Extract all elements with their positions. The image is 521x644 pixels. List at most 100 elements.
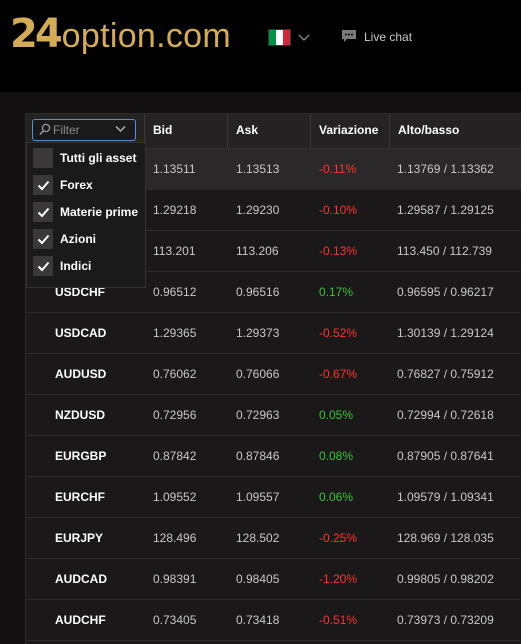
table-row[interactable]: NZDUSD 0.72956 0.72963 0.05% 0.72994 / 0.726… [26,395,521,436]
asset-cell: NZDUSD [55,408,105,422]
column-header-variazione[interactable]: Variazione [310,114,389,149]
bid-cell: 1.29218 [153,203,197,217]
asset-cell: EURJPY [55,531,104,545]
ask-cell: 1.13513 [236,162,280,176]
high-low-cell: 1.13769 / 1.13362 [397,162,494,176]
filter-option-label: Azioni [60,232,96,246]
high-low-cell: 0.99805 / 0.98202 [397,572,494,586]
asset-cell: AUDCAD [55,572,107,586]
ask-cell: 1.29230 [236,203,280,217]
ask-cell: 0.76066 [236,367,280,381]
high-low-cell: 0.73973 / 0.73209 [397,613,494,627]
ask-cell: 113.206 [236,244,279,258]
bid-cell: 1.09552 [153,490,197,504]
table-row[interactable]: EURJPY 128.496 128.502 -0.25% 128.969 / 128.… [26,518,521,559]
top-bar: 24option.com Live chat [0,0,521,92]
asset-cell: AUDUSD [55,367,107,381]
asset-filter-select[interactable]: Filter [32,119,136,141]
change-cell: -1.20% [319,572,358,586]
filter-option-label: Forex [60,178,93,192]
table-row[interactable]: AUDCAD 0.98391 0.98405 -1.20% 0.99805 / 0.98… [26,559,521,600]
table-row[interactable]: USDCAD 1.29365 1.29373 -0.52% 1.30139 / 1.29… [26,313,521,354]
change-cell: -0.10% [319,203,358,217]
filter-option-all-assets[interactable]: Tutti gli asset [33,148,136,168]
bid-cell: 0.73405 [153,613,197,627]
bid-cell: 128.496 [153,531,197,545]
filter-option-azioni[interactable]: Azioni [33,229,96,249]
live-chat-label: Live chat [364,29,413,44]
filter-option-label: Materie prime [60,205,139,219]
check-icon[interactable] [33,256,53,276]
table-row[interactable]: EURGBP 0.87842 0.87846 0.08% 0.87905 / 0.876… [26,436,521,477]
change-cell: -0.13% [319,244,358,258]
checkbox-unchecked[interactable] [33,148,53,168]
bid-cell: 1.13511 [153,162,196,176]
chat-bubble-icon [341,29,357,44]
asset-cell: USDCAD [55,326,107,340]
filter-option-indici[interactable]: Indici [33,256,91,276]
asset-filter-dropdown: Tutti gli asset Forex Materie prime Azio… [26,142,146,288]
change-cell: -0.67% [319,367,358,381]
brand-logo[interactable]: 24option.com [10,12,231,56]
logo-number: 24 [10,11,63,57]
change-cell: -0.25% [319,531,358,545]
ask-cell: 1.29373 [236,326,280,340]
ask-cell: 0.87846 [236,449,280,463]
column-header-alto-basso[interactable]: Alto/basso [389,114,521,149]
table-row[interactable]: EURCHF 1.09552 1.09557 0.06% 1.09579 / 1.093… [26,477,521,518]
asset-cell: EURCHF [55,490,105,504]
change-cell: 0.05% [319,408,354,422]
change-cell: 0.08% [319,449,354,463]
high-low-cell: 0.87905 / 0.87641 [397,449,494,463]
change-cell: 0.17% [319,285,354,299]
filter-option-label: Tutti gli asset [60,151,137,165]
filter-option-materie-prime[interactable]: Materie prime [33,202,138,222]
high-low-cell: 0.96595 / 0.96217 [397,285,494,299]
ask-cell: 1.09557 [236,490,280,504]
flag-stripe-green [269,30,276,45]
search-icon [39,123,51,136]
change-cell: 0.06% [319,490,354,504]
live-chat-button[interactable]: Live chat [341,29,412,44]
asset-cell: AUDCHF [55,613,106,627]
ask-cell: 0.72963 [236,408,280,422]
bid-cell: 0.87842 [153,449,197,463]
flag-stripe-white [276,30,283,45]
bid-cell: 0.72956 [153,408,197,422]
table-row[interactable]: AUDCHF 0.73405 0.73418 -0.51% 0.73973 / 0.73… [26,600,521,641]
check-icon[interactable] [33,175,53,195]
high-low-cell: 0.76827 / 0.75912 [397,367,494,381]
asset-cell: EURGBP [55,449,107,463]
table-row[interactable]: AUDUSD 0.76062 0.76066 -0.67% 0.76827 / 0.75… [26,354,521,395]
chevron-down-icon [115,125,126,133]
ask-cell: 0.98405 [236,572,280,586]
column-header-bid[interactable]: Bid [144,114,227,149]
change-cell: -0.52% [319,326,358,340]
ask-cell: 128.502 [236,531,280,545]
bid-cell: 1.29365 [153,326,197,340]
bid-cell: 0.96512 [153,285,197,299]
ask-cell: 0.73418 [236,613,280,627]
high-low-cell: 113.450 / 112.739 [397,244,492,258]
high-low-cell: 1.30139 / 1.29124 [397,326,494,340]
high-low-cell: 0.72994 / 0.72618 [397,408,494,422]
filter-placeholder: Filter [53,123,80,137]
ask-cell: 0.96516 [236,285,280,299]
check-icon[interactable] [33,229,53,249]
language-chevron-down-icon[interactable] [298,29,310,45]
high-low-cell: 128.969 / 128.035 [397,531,494,545]
italy-flag-icon[interactable] [268,29,291,46]
column-header-ask[interactable]: Ask [227,114,310,149]
bid-cell: 0.98391 [153,572,197,586]
bid-cell: 0.76062 [153,367,197,381]
flag-stripe-red [283,30,290,45]
change-cell: -0.51% [319,613,358,627]
filter-option-label: Indici [60,259,92,273]
bid-cell: 113.201 [153,244,196,258]
logo-text: option.com [61,17,231,55]
high-low-cell: 1.09579 / 1.09341 [397,490,494,504]
high-low-cell: 1.29587 / 1.29125 [397,203,494,217]
filter-option-forex[interactable]: Forex [33,175,93,195]
check-icon[interactable] [33,202,53,222]
change-cell: -0.11% [319,162,357,176]
